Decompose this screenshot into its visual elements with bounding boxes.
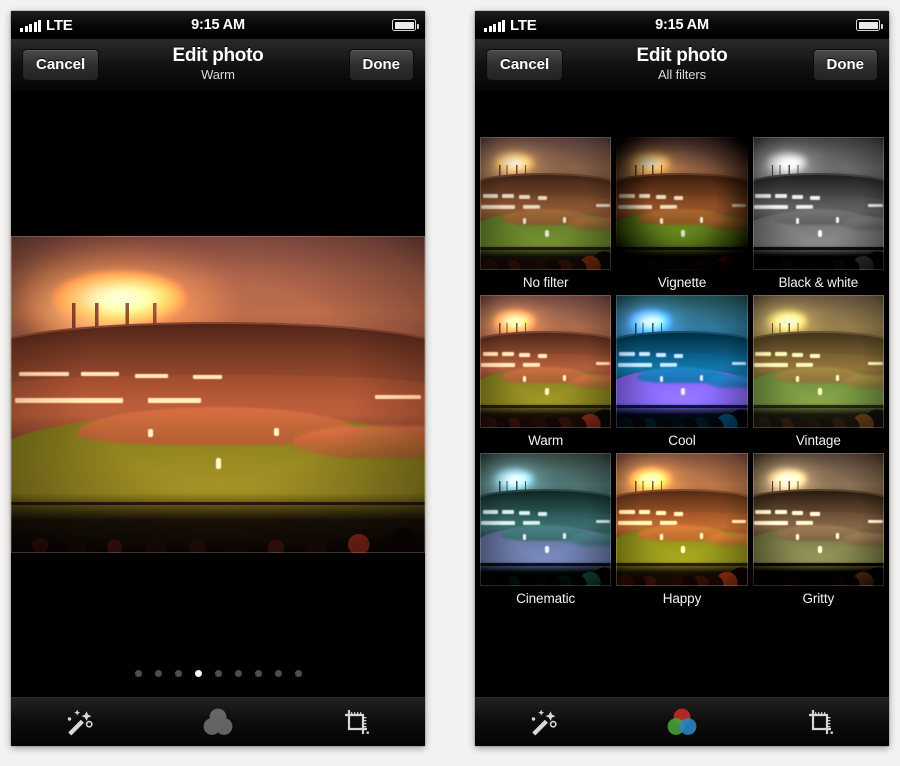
filter-label: Vignette	[657, 275, 707, 290]
battery-full-icon	[392, 19, 419, 31]
page-dot[interactable]	[214, 670, 222, 677]
navigation-bar: Cancel Edit photo Warm Done	[11, 39, 425, 92]
filter-thumbnail[interactable]	[616, 137, 748, 270]
filter-cell[interactable]: No filter	[480, 137, 612, 295]
magic-wand-tool-button[interactable]	[475, 698, 613, 746]
stadium-photo	[752, 295, 884, 428]
filter-cell[interactable]: Cool	[616, 295, 748, 453]
filter-thumbnail[interactable]	[752, 295, 884, 428]
editor-canvas	[11, 92, 425, 697]
filter-thumbnail[interactable]	[752, 137, 884, 270]
status-bar: LTE 9:15 AM	[475, 11, 889, 39]
filter-thumbnail[interactable]	[480, 137, 612, 270]
filter-label: No filter	[522, 275, 569, 290]
stadium-photo	[616, 137, 748, 270]
stadium-photo	[752, 453, 884, 586]
status-time: 9:15 AM	[655, 17, 709, 33]
page-dot[interactable]	[254, 670, 262, 677]
stadium-photo	[616, 453, 748, 586]
cancel-button[interactable]: Cancel	[22, 49, 100, 81]
status-right-group	[392, 19, 419, 31]
filter-grid: No filter Vignette Black & white Warm Cool Vi…	[475, 137, 889, 611]
filter-cell[interactable]: Vintage	[752, 295, 884, 453]
phone-edit-photo-all-filters: LTE 9:15 AM Cancel Edit photo All filter…	[475, 11, 889, 746]
filter-label: Vintage	[795, 433, 841, 448]
cancel-button[interactable]: Cancel	[486, 49, 564, 81]
filter-thumbnail[interactable]	[616, 453, 748, 586]
stadium-photo	[752, 137, 884, 270]
filter-cell[interactable]: Happy	[616, 453, 748, 611]
done-button[interactable]: Done	[348, 49, 414, 81]
bottom-toolbar	[11, 697, 425, 746]
filter-page-dots[interactable]	[11, 670, 425, 677]
phone-edit-photo-single: LTE 9:15 AM Cancel Edit photo Warm Done	[11, 11, 425, 746]
filter-thumbnail[interactable]	[480, 453, 612, 586]
stadium-photo	[11, 236, 425, 553]
filters-circles-icon	[203, 708, 233, 735]
page-dot[interactable]	[134, 670, 142, 677]
filters-circles-icon	[667, 708, 697, 735]
stadium-photo	[480, 453, 612, 586]
status-bar: LTE 9:15 AM	[11, 11, 425, 39]
filter-label: Cool	[668, 433, 696, 448]
filter-cell[interactable]: Cinematic	[480, 453, 612, 611]
stadium-photo	[480, 137, 612, 270]
filter-thumbnail[interactable]	[752, 453, 884, 586]
stadium-photo	[616, 295, 748, 428]
filter-label: Gritty	[802, 591, 835, 606]
filter-cell[interactable]: Black & white	[752, 137, 884, 295]
filter-thumbnail[interactable]	[480, 295, 612, 428]
page-dot[interactable]	[274, 670, 282, 677]
filter-label: Cinematic	[516, 591, 576, 606]
page-dot[interactable]	[174, 670, 182, 677]
status-time: 9:15 AM	[191, 17, 245, 33]
magic-wand-tool-button[interactable]	[11, 698, 149, 746]
screenshot-canvas: LTE 9:15 AM Cancel Edit photo Warm Done	[0, 0, 900, 766]
battery-full-icon	[856, 19, 883, 31]
filter-label: Black & white	[778, 275, 859, 290]
page-dot[interactable]	[234, 670, 242, 677]
filter-cell[interactable]: Gritty	[752, 453, 884, 611]
filters-grid-canvas: No filter Vignette Black & white Warm Cool Vi…	[475, 92, 889, 697]
crop-tool-button[interactable]	[287, 698, 425, 746]
stadium-photo	[480, 295, 612, 428]
magic-wand-icon	[531, 709, 557, 736]
navigation-bar: Cancel Edit photo All filters Done	[475, 39, 889, 92]
filter-label: Happy	[662, 591, 702, 606]
magic-wand-icon	[67, 709, 93, 736]
bottom-toolbar	[475, 697, 889, 746]
filters-tool-button-active[interactable]	[613, 698, 751, 746]
status-right-group	[856, 19, 883, 31]
filter-cell[interactable]: Warm	[480, 295, 612, 453]
page-dot[interactable]	[154, 670, 162, 677]
filter-label: Warm	[528, 433, 564, 448]
filter-thumbnail[interactable]	[616, 295, 748, 428]
crop-tool-button[interactable]	[751, 698, 889, 746]
photo-preview[interactable]	[11, 236, 425, 553]
done-button[interactable]: Done	[812, 49, 878, 81]
crop-icon	[809, 710, 833, 734]
page-dot-active[interactable]	[194, 670, 202, 677]
filters-tool-button[interactable]	[149, 698, 287, 746]
page-dot[interactable]	[294, 670, 302, 677]
filter-cell[interactable]: Vignette	[616, 137, 748, 295]
crop-icon	[345, 710, 369, 734]
